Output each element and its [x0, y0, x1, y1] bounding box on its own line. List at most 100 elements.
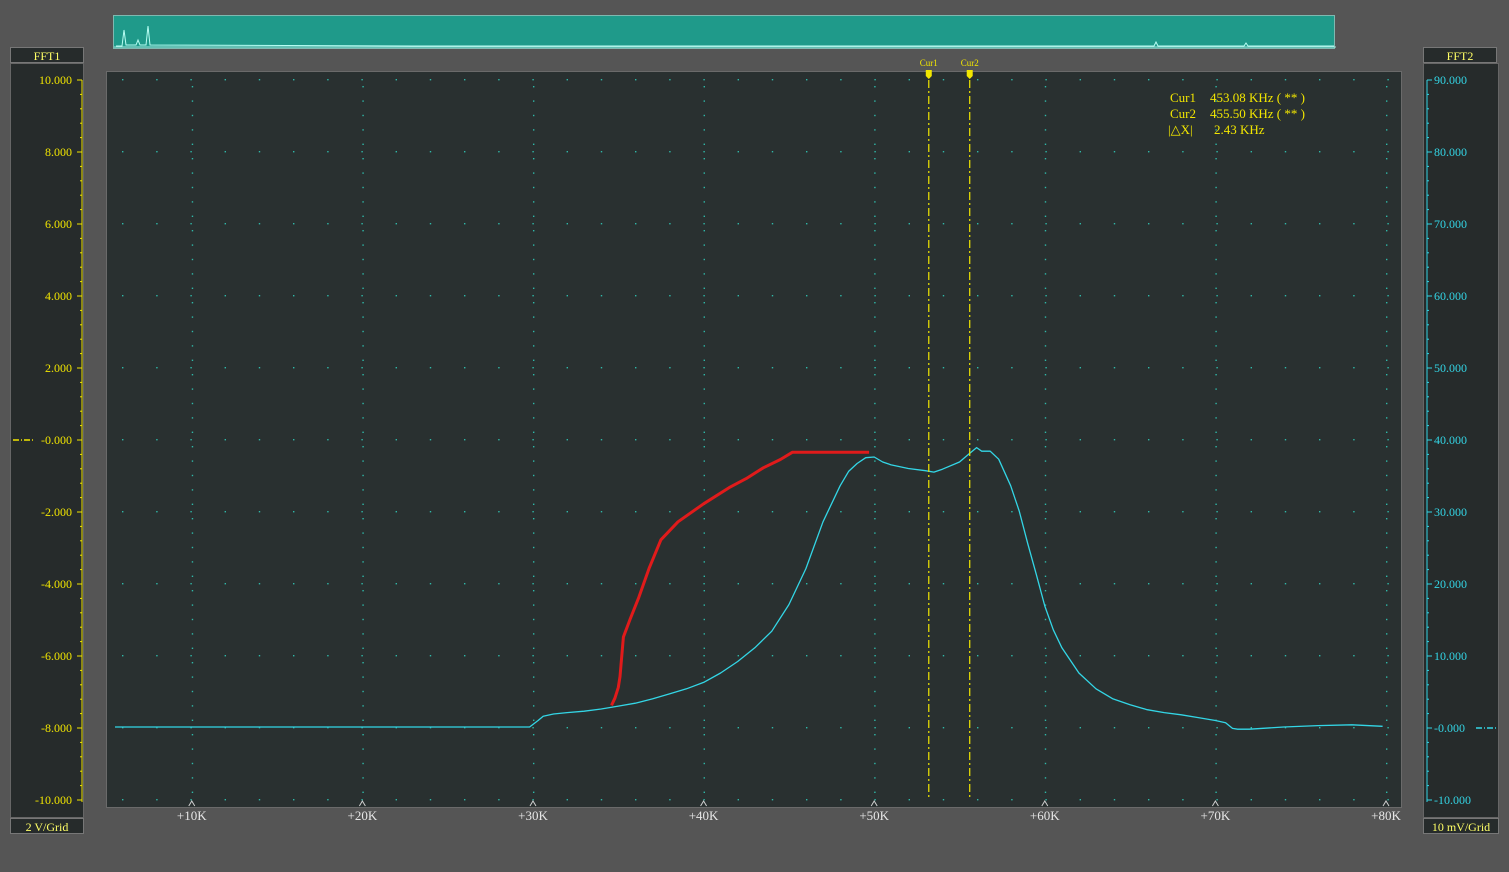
grid-dot: [1079, 79, 1081, 81]
grid-dot: [669, 367, 671, 369]
grid-dot: [429, 511, 432, 513]
grid-dot: [1044, 734, 1047, 736]
grid-dot: [703, 244, 705, 246]
grid-dot: [191, 705, 194, 707]
grid-dot: [1044, 546, 1047, 549]
grid-dot: [191, 719, 194, 721]
grid-dot: [1011, 511, 1013, 513]
grid-dot: [737, 511, 739, 513]
grid-dot: [1045, 655, 1047, 657]
grid-dot: [224, 655, 226, 657]
grid-dot: [1044, 532, 1047, 534]
grid-dot: [191, 359, 194, 361]
grid-dot: [1044, 143, 1047, 145]
grid-dot: [532, 244, 535, 246]
grid-dot: [1250, 223, 1252, 225]
grid-dot: [1353, 439, 1355, 441]
grid-dot: [1215, 705, 1217, 707]
grid-dot: [908, 439, 910, 441]
grid-dot: [1353, 727, 1355, 729]
grid-dot: [362, 474, 364, 477]
grid-dot: [1386, 86, 1388, 88]
grid-dot: [1319, 223, 1321, 225]
grid-dot: [977, 799, 979, 801]
grid-dot: [532, 734, 535, 736]
grid-dot: [908, 151, 910, 153]
x-tick-mark: [529, 800, 537, 807]
grid-dot: [1386, 474, 1388, 477]
grid-dot: [1215, 633, 1217, 635]
grid-dot: [1182, 799, 1184, 801]
grid-dot: [293, 655, 295, 657]
grid-dot: [1148, 151, 1150, 153]
grid-dot: [532, 230, 535, 232]
grid-dot: [1386, 129, 1388, 131]
grid-dot: [874, 561, 876, 563]
grid-dot: [362, 590, 364, 592]
grid-dot: [362, 762, 364, 765]
cursor-2[interactable]: Cur2: [961, 58, 979, 798]
grid-dot: [703, 316, 705, 318]
grid-dot: [362, 186, 364, 189]
grid-dot: [806, 79, 808, 81]
grid-dot: [1386, 618, 1388, 621]
grid-dot: [362, 460, 364, 462]
grid-dot: [1386, 273, 1388, 275]
grid-dot: [122, 295, 124, 297]
grid-dot: [1148, 367, 1150, 369]
grid-dot: [532, 518, 535, 520]
grid-dot: [395, 583, 397, 585]
grid-dot: [1215, 503, 1217, 505]
grid-dot: [1045, 727, 1047, 729]
grid-dot: [840, 223, 842, 225]
grid-dot: [1386, 244, 1388, 246]
x-tick-mark: [870, 800, 878, 807]
grid-dot: [1044, 503, 1047, 505]
grid-dot: [942, 511, 945, 513]
grid-dot: [1044, 647, 1047, 649]
grid-dot: [1386, 158, 1388, 160]
grid-dot: [156, 151, 158, 153]
grid-dot: [1044, 777, 1047, 779]
grid-dot: [532, 417, 535, 419]
grid-dot: [1215, 690, 1217, 693]
grid-dot: [1011, 151, 1013, 153]
grid-dot: [1250, 511, 1252, 513]
grid-dot: [1182, 151, 1184, 153]
grid-dot: [806, 439, 808, 441]
grid-dot: [1044, 374, 1047, 376]
grid-dot: [362, 201, 364, 203]
grid-dot: [703, 439, 705, 441]
grid-dot: [1045, 79, 1047, 81]
grid-dot: [532, 690, 535, 693]
grid-dot: [532, 129, 535, 131]
grid-dot: [532, 676, 535, 678]
grid-dot: [1215, 230, 1217, 232]
grid-dot: [703, 287, 705, 289]
grid-dot: [191, 546, 194, 549]
grid-dot: [1250, 295, 1252, 297]
grid-dot: [498, 583, 500, 585]
grid-dot: [362, 633, 364, 635]
grid-dot: [429, 223, 432, 225]
grid-dot: [737, 583, 739, 585]
grid-dot: [1113, 727, 1116, 729]
grid-dot: [1386, 460, 1388, 462]
grid-dot: [191, 791, 194, 793]
grid-dot: [327, 799, 329, 801]
grid-dot: [532, 590, 535, 592]
grid-dot: [1353, 367, 1355, 369]
grid-dot: [156, 511, 158, 513]
grid-dot: [532, 143, 535, 145]
grid-dot: [532, 431, 535, 433]
grid-dot: [191, 446, 194, 448]
grid-dot: [532, 460, 535, 462]
grid-dot: [874, 201, 876, 203]
grid-dot: [327, 223, 329, 225]
grid-dot: [908, 367, 910, 369]
cursor-1[interactable]: Cur1: [920, 58, 938, 798]
grid-dot: [361, 295, 363, 297]
grid-dot: [1215, 374, 1217, 376]
grid-dot: [942, 295, 945, 297]
grid-dot: [1113, 655, 1116, 657]
